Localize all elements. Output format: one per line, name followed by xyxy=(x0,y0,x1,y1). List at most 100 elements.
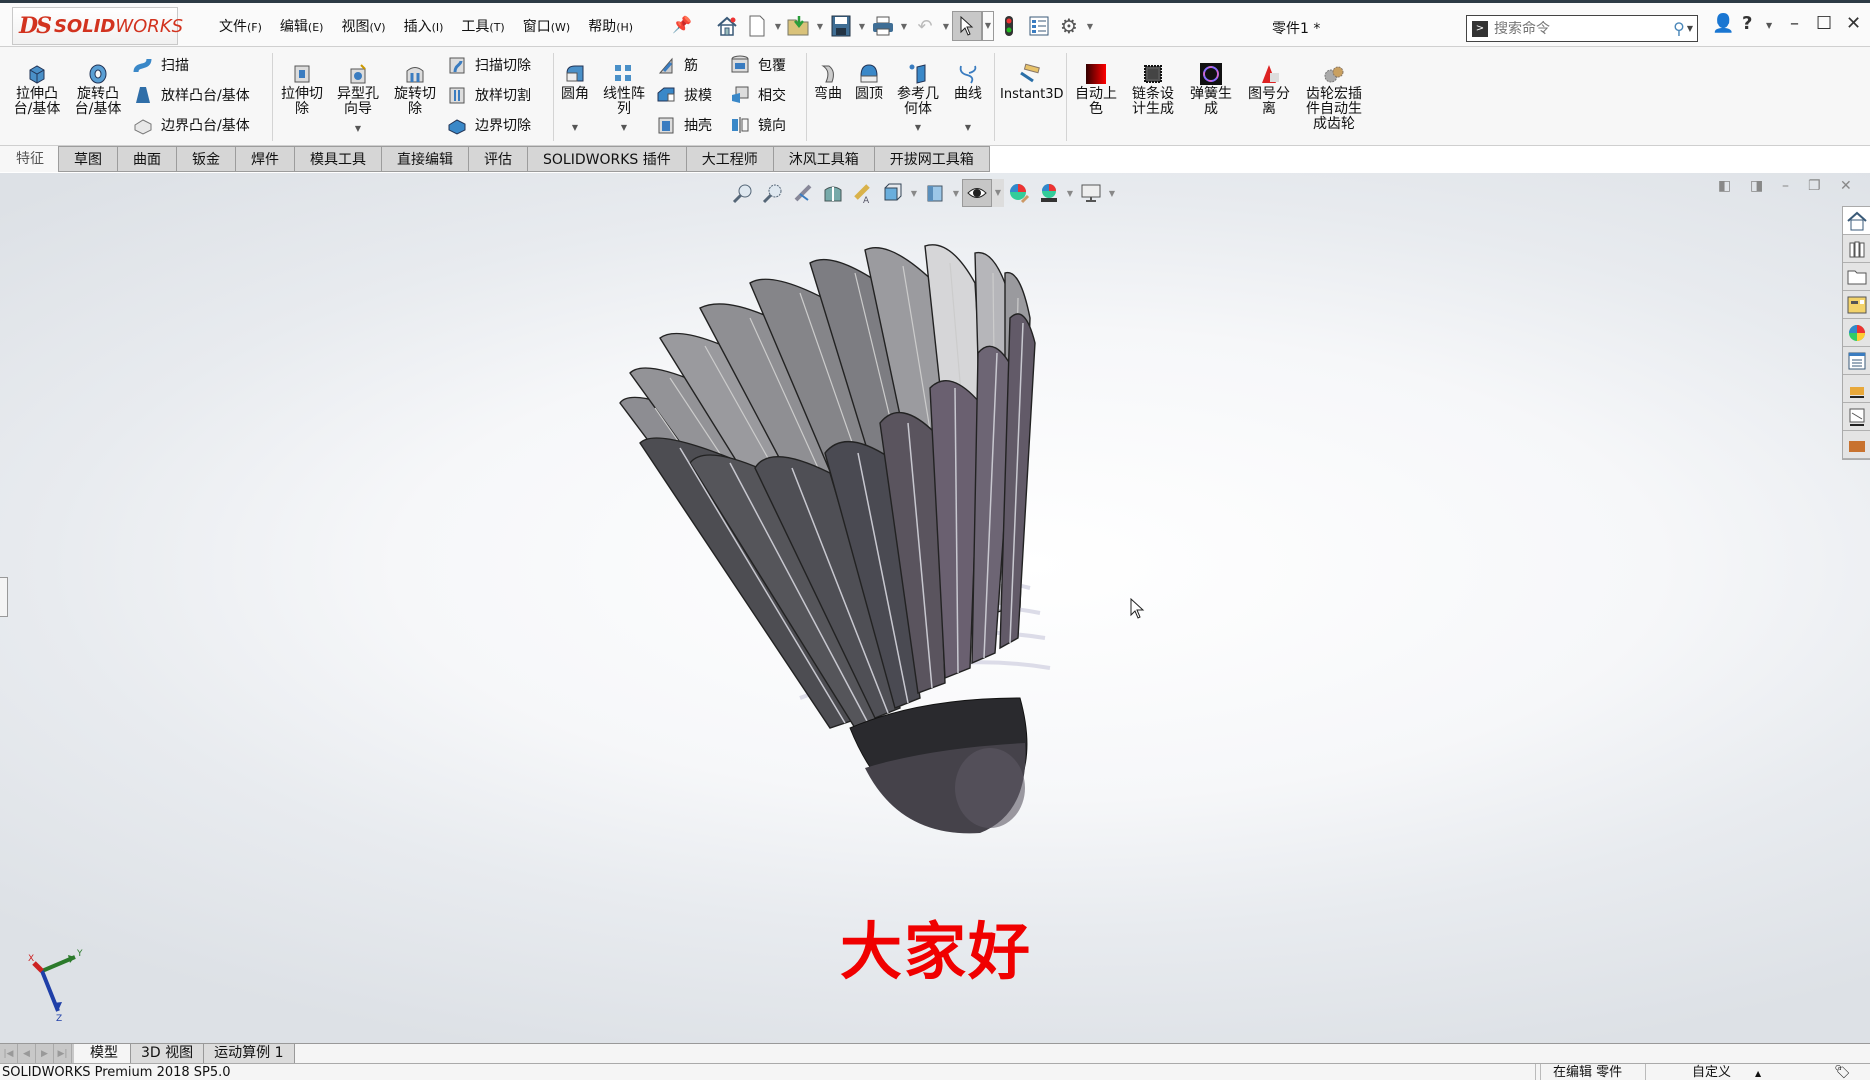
home-icon[interactable] xyxy=(712,11,742,41)
search-dropdown-arrow[interactable]: ▼ xyxy=(1687,24,1693,33)
design-checker-icon[interactable] xyxy=(1843,403,1870,431)
pin-menu-icon[interactable]: 📌 xyxy=(672,15,692,34)
solidworks-forum-icon[interactable] xyxy=(1843,375,1870,403)
viewport-prev-icon[interactable]: ◧ xyxy=(1718,178,1731,194)
swept-cut-button[interactable]: 扫描切除 xyxy=(447,53,531,77)
task-pane-home-icon[interactable] xyxy=(1843,207,1870,235)
shuttlecock-model[interactable] xyxy=(600,228,1120,888)
scroll-last-icon[interactable]: ▶| xyxy=(54,1044,72,1063)
flex-button[interactable]: 弯曲 xyxy=(812,63,844,102)
auto-color-button[interactable]: 自动上 色 xyxy=(1072,63,1120,117)
display-style-icon[interactable] xyxy=(920,179,950,207)
dynamic-annotation-icon[interactable]: A xyxy=(848,179,878,207)
revolve-cut-button[interactable]: 旋转切 除 xyxy=(390,63,440,117)
zoom-to-fit-icon[interactable] xyxy=(728,179,758,207)
tab-kaibawang-toolbox[interactable]: 开拔网工具箱 xyxy=(874,146,990,172)
open-icon[interactable] xyxy=(784,11,814,41)
view-settings-dropdown-arrow[interactable]: ▼ xyxy=(1106,189,1118,198)
save-icon[interactable] xyxy=(826,11,856,41)
chain-design-button[interactable]: 链条设 计生成 xyxy=(1128,63,1178,117)
search-icon[interactable]: ⚲ xyxy=(1673,19,1685,38)
mirror-button[interactable]: 镜向 xyxy=(730,113,786,137)
extrude-boss-button[interactable]: 拉伸凸 台/基体 xyxy=(12,63,62,117)
rib-button[interactable]: 筋 xyxy=(656,53,698,77)
spring-button[interactable]: 弹簧生 成 xyxy=(1186,63,1236,117)
options-dropdown-arrow[interactable]: ▼ xyxy=(1084,22,1096,31)
help-dropdown-arrow[interactable]: ▼ xyxy=(1766,21,1772,30)
revolve-boss-button[interactable]: 旋转凸 台/基体 xyxy=(73,63,123,117)
hole-wizard-button[interactable]: 异型孔 向导 ▼ xyxy=(333,63,383,136)
menu-insert[interactable]: 插入(I) xyxy=(395,16,453,36)
tab-features[interactable]: 特征 xyxy=(0,146,58,172)
scroll-first-icon[interactable]: |◀ xyxy=(0,1044,18,1063)
edit-appearance-icon[interactable] xyxy=(1004,179,1034,207)
tab-evaluate[interactable]: 评估 xyxy=(469,146,528,172)
print-icon[interactable] xyxy=(868,11,898,41)
tab-sheet-metal[interactable]: 钣金 xyxy=(177,146,236,172)
options-icon[interactable]: ⚙ xyxy=(1054,11,1084,41)
scroll-prev-icon[interactable]: ◀ xyxy=(18,1044,36,1063)
help-icon[interactable]: ? xyxy=(1742,13,1752,34)
fillet-button[interactable]: 圆角 ▼ xyxy=(558,63,592,135)
instant3d-button[interactable]: Instant3D xyxy=(1000,63,1064,102)
file-properties-icon[interactable] xyxy=(1024,11,1054,41)
section-view-icon[interactable] xyxy=(818,179,848,207)
curves-button[interactable]: 曲线 ▼ xyxy=(950,63,986,135)
close-icon[interactable]: ✕ xyxy=(1846,13,1861,34)
apply-scene-dropdown-arrow[interactable]: ▼ xyxy=(1064,189,1076,198)
tab-model[interactable]: 模型 xyxy=(74,1044,131,1063)
toolbox-icon[interactable] xyxy=(1843,431,1870,459)
file-explorer-icon[interactable] xyxy=(1843,263,1870,291)
rebuild-status-icon[interactable]: 🏷 xyxy=(1822,1064,1851,1080)
shell-button[interactable]: 抽壳 xyxy=(656,113,712,137)
tab-motion-study-1[interactable]: 运动算例 1 xyxy=(204,1044,295,1063)
tab-solidworks-addins[interactable]: SOLIDWORKS 插件 xyxy=(528,146,687,172)
menu-tools[interactable]: 工具(T) xyxy=(452,16,513,36)
apply-scene-icon[interactable] xyxy=(1034,179,1064,207)
appearances-icon[interactable] xyxy=(1843,319,1870,347)
gear-macro-button[interactable]: 齿轮宏插 件自动生 成齿轮 xyxy=(1302,63,1366,132)
tab-sketch[interactable]: 草图 xyxy=(58,146,118,172)
boundary-boss-button[interactable]: 边界凸台/基体 xyxy=(133,113,250,137)
maximize-icon[interactable]: ☐ xyxy=(1816,13,1832,34)
hide-show-items-icon[interactable] xyxy=(962,179,992,207)
boundary-cut-button[interactable]: 边界切除 xyxy=(447,113,531,137)
hide-show-dropdown-arrow[interactable]: ▼ xyxy=(992,179,1004,207)
intersect-button[interactable]: 相交 xyxy=(730,83,786,107)
menu-view[interactable]: 视图(V) xyxy=(332,16,394,36)
viewport-minimize-icon[interactable]: – xyxy=(1782,178,1789,194)
fillet-dropdown-arrow[interactable]: ▼ xyxy=(558,120,592,135)
new-document-icon[interactable] xyxy=(742,11,772,41)
viewport-restore-icon[interactable]: ❐ xyxy=(1808,178,1821,194)
wrap-button[interactable]: 包覆 xyxy=(730,53,786,77)
extrude-cut-button[interactable]: 拉伸切 除 xyxy=(278,63,326,117)
select-dropdown-arrow[interactable]: ▼ xyxy=(982,11,994,41)
viewport-next-icon[interactable]: ◨ xyxy=(1750,178,1763,194)
open-dropdown-arrow[interactable]: ▼ xyxy=(814,22,826,31)
tab-3d-views[interactable]: 3D 视图 xyxy=(131,1044,205,1063)
view-orientation-icon[interactable] xyxy=(878,179,908,207)
drawing-number-button[interactable]: 图号分 离 xyxy=(1244,63,1294,117)
undo-icon[interactable]: ↶ xyxy=(910,11,940,41)
zoom-to-area-icon[interactable] xyxy=(758,179,788,207)
design-library-icon[interactable] xyxy=(1843,235,1870,263)
lofted-cut-button[interactable]: 放样切割 xyxy=(447,83,531,107)
menu-edit[interactable]: 编辑(E) xyxy=(271,16,333,36)
display-style-dropdown-arrow[interactable]: ▼ xyxy=(950,189,962,198)
search-input[interactable] xyxy=(1494,20,1674,37)
select-icon[interactable] xyxy=(952,11,982,41)
rebuild-icon[interactable] xyxy=(994,11,1024,41)
feature-manager-expand-handle[interactable] xyxy=(0,577,8,617)
tab-surfaces[interactable]: 曲面 xyxy=(118,146,177,172)
save-dropdown-arrow[interactable]: ▼ xyxy=(856,22,868,31)
view-orientation-dropdown-arrow[interactable]: ▼ xyxy=(908,189,920,198)
reference-geometry-dropdown-arrow[interactable]: ▼ xyxy=(893,120,943,135)
draft-button[interactable]: 拔模 xyxy=(656,83,712,107)
reference-geometry-button[interactable]: 参考几 何体 ▼ xyxy=(893,63,943,135)
minimize-icon[interactable]: – xyxy=(1790,13,1799,34)
sweep-button[interactable]: 扫描 xyxy=(133,53,189,77)
tab-weldments[interactable]: 焊件 xyxy=(236,146,295,172)
custom-properties-icon[interactable] xyxy=(1843,347,1870,375)
menu-window[interactable]: 窗口(W) xyxy=(514,16,579,36)
curves-dropdown-arrow[interactable]: ▼ xyxy=(950,120,986,135)
